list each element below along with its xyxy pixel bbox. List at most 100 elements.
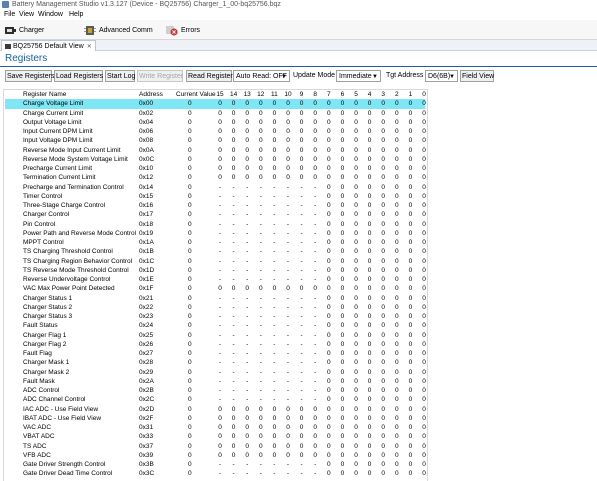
update-mode-value: Immediate: [339, 73, 372, 80]
table-row[interactable]: Output Voltage Limit 0x04 0 0 0 0 0 0 0 0 0 0 0 0 0 0 0 0…: [5, 118, 426, 127]
register-name-cell: Charger Control: [23, 211, 70, 219]
bit-cell: 0: [422, 322, 426, 330]
bit-cell: 0: [381, 442, 385, 450]
table-row[interactable]: ADC Control 0x2B 0 - - - - - - - - 0 0 0 0 0 0 0 0: [5, 386, 426, 395]
table-row[interactable]: Fault Mask 0x2A 0 - - - - - - - - 0 0 0 0 0 0 0 0: [5, 377, 426, 386]
bit-cell: 0: [326, 165, 331, 172]
bit-cell: 0: [313, 424, 317, 431]
bit-cell: 0: [286, 165, 290, 172]
table-row[interactable]: TS ADC 0x37 0 0 0 0 0 0 0 0 0 0 0 0 0 0 0 0 0: [5, 442, 426, 451]
table-row[interactable]: Power Path and Reverse Mode Control 0x19 0…: [5, 229, 426, 238]
table-row[interactable]: Input Current DPM Limit 0x06 0 0 0 0 0 0 0 0 0 0 0 0 0…: [5, 127, 426, 136]
table-row[interactable]: Precharge and Termination Control 0x14 0 - -…: [5, 183, 426, 192]
table-row[interactable]: Charger Flag 2 0x26 0 - - - - - - - - 0 0 0 0 0 0 0 0: [5, 340, 426, 349]
table-row[interactable]: Timer Control 0x15 0 - - - - - - - - 0 0 0 0 0 0 0 0: [5, 192, 426, 201]
bit-cell: 0: [381, 387, 385, 394]
tgt-address-select[interactable]: D6(6B) ▼: [425, 70, 458, 82]
bit-cell: 0: [218, 424, 222, 431]
table-row[interactable]: VAC ADC 0x31 0 0 0 0 0 0 0 0 0 0 0 0 0 0 0 0 0: [5, 423, 426, 432]
table-row[interactable]: Gate Driver Strength Control 0x3B 0 - - - - - - -…: [5, 460, 426, 469]
table-row[interactable]: Reverse Mode System Voltage Limit 0x0C 0 0 0…: [5, 155, 426, 164]
bit-cell: 0: [340, 146, 345, 154]
menu-window[interactable]: Window: [38, 11, 63, 18]
load-registers-button[interactable]: Load Registers: [54, 70, 103, 82]
table-row[interactable]: Charge Voltage Limit 0x00 0 0 0 0 0 0 0 0 0 0 0 0 0 0 0 0…: [5, 99, 426, 109]
bit-cell: 0: [394, 303, 399, 311]
field-view-button[interactable]: Field View: [460, 70, 494, 82]
table-row[interactable]: Precharge Current Limit 0x10 0 0 0 0 0 0 0 0 0 0 0 0 0…: [5, 164, 426, 173]
bit-cell: 0: [245, 165, 249, 172]
bit-cell: 0: [422, 211, 426, 219]
bit-cell: 0: [231, 424, 236, 431]
table-row[interactable]: TS Charging Region Behavior Control 0x1C 0…: [5, 257, 426, 266]
bit-cell: 0: [258, 424, 263, 431]
bit-cell: 0: [326, 229, 331, 237]
table-row[interactable]: VBAT ADC 0x33 0 0 0 0 0 0 0 0 0 0 0 0 0 0 0 0 0: [5, 432, 426, 441]
bit-cell: 0: [340, 433, 345, 441]
table-row[interactable]: TS Charging Threshold Control 0x1B 0 - - - - - -…: [5, 247, 426, 256]
read-register-button[interactable]: Read Register: [186, 70, 233, 82]
table-row[interactable]: Three-Stage Charge Control 0x16 0 - - - - - - - - 0…: [5, 201, 426, 210]
bit-cell: 0: [326, 239, 331, 246]
bit-cell: 0: [367, 414, 372, 422]
bit-cell: -: [218, 377, 222, 385]
auto-read-select[interactable]: Auto Read: OFF ▼: [233, 70, 290, 82]
table-row[interactable]: Charger Mask 1 0x28 0 - - - - - - - - 0 0 0 0 0 0 0 0: [5, 358, 426, 367]
advanced-comm-button[interactable]: Advanced Comm: [84, 23, 153, 37]
tab-close-icon[interactable]: ✕: [87, 43, 92, 50]
table-row[interactable]: Termination Current Limit 0x12 0 0 0 0 0 0 0 0 0 0 0…: [5, 173, 426, 182]
bit-cell: 0: [340, 470, 345, 478]
bit-cell: 0: [272, 137, 277, 145]
tab-default-view[interactable]: BQ25756 Default View ✕: [1, 40, 96, 51]
table-row[interactable]: Reverse Mode Input Current Limit 0x0A 0 0 0 0…: [5, 146, 426, 155]
table-row[interactable]: Charger Status 3 0x23 0 - - - - - - - - 0 0 0 0 0 0 0 0: [5, 312, 426, 321]
table-row[interactable]: Fault Flag 0x27 0 - - - - - - - - 0 0 0 0 0 0 0 0: [5, 349, 426, 358]
bit-cell: -: [259, 257, 262, 265]
table-row[interactable]: VAC Max Power Point Detected 0x1F 0 0 0 0 0 0 0 0…: [5, 284, 426, 293]
bit-cell: 0: [258, 128, 263, 135]
table-row[interactable]: TS Reverse Mode Threshold Control 0x1D 0 - -…: [5, 266, 426, 275]
table-row[interactable]: VFB ADC 0x39 0 0 0 0 0 0 0 0 0 0 0 0 0 0 0 0 0: [5, 451, 426, 460]
table-row[interactable]: MPPT Control 0x1A 0 - - - - - - - - 0 0 0 0 0 0 0 0: [5, 238, 426, 247]
table-row[interactable]: Charge Current Limit 0x02 0 0 0 0 0 0 0 0 0 0 0 0 0 0 0 0…: [5, 109, 426, 118]
bit-cell: 0: [354, 331, 358, 339]
write-register-button[interactable]: Write Register: [137, 70, 183, 82]
menu-bar: File View Window Help: [0, 10, 597, 20]
current-value-cell: 0: [188, 424, 192, 431]
bit-cell: 0: [258, 285, 263, 293]
bit-cell: 0: [422, 128, 426, 135]
table-row[interactable]: IAC ADC - Use Field View 0x2D 0 0 0 0 0 0 0 0 0 0 0 0…: [5, 405, 426, 414]
save-registers-button[interactable]: Save Registers: [5, 70, 54, 82]
bit-cell: 0: [422, 109, 426, 117]
menu-help[interactable]: Help: [69, 11, 83, 18]
table-row[interactable]: Reverse Undervoltage Control 0x1E 0 - - - - - - -…: [5, 275, 426, 284]
bit-cell: -: [314, 303, 317, 311]
table-row[interactable]: Charger Status 2 0x22 0 - - - - - - - - 0 0 0 0 0 0 0 0: [5, 303, 426, 312]
menu-file[interactable]: File: [4, 11, 15, 18]
bit-cell: -: [314, 331, 317, 339]
menu-view[interactable]: View: [19, 11, 34, 18]
bit-cell: -: [232, 396, 235, 404]
table-row[interactable]: IBAT ADC - Use Field View 0x2F 0 0 0 0 0 0 0 0 0 0 0…: [5, 414, 426, 423]
bit-cell: 0: [422, 174, 426, 182]
bit-cell: -: [314, 229, 317, 237]
table-row[interactable]: Pin Control 0x18 0 - - - - - - - - 0 0 0 0 0 0 0 0: [5, 220, 426, 229]
errors-button[interactable]: Errors: [166, 23, 200, 37]
table-row[interactable]: Input Voltage DPM Limit 0x08 0 0 0 0 0 0 0 0 0 0 0 0 0…: [5, 136, 426, 145]
bit-cell: -: [218, 257, 222, 265]
update-mode-select[interactable]: Immediate ▼: [336, 70, 381, 82]
bit-cell: 0: [340, 137, 345, 145]
bit-cell: 0: [381, 405, 385, 413]
table-row[interactable]: Charger Mask 2 0x29 0 - - - - - - - - 0 0 0 0 0 0 0 0: [5, 368, 426, 377]
bit-cell: 0: [354, 118, 358, 126]
start-log-button[interactable]: Start Log: [105, 70, 135, 82]
bit-cell: 0: [286, 414, 290, 422]
table-row[interactable]: ADC Channel Control 0x2C 0 - - - - - - - - 0 0 0 0 0 0 0 0: [5, 395, 426, 404]
table-row[interactable]: Gate Driver Dead Time Control 0x3C 0 - - - - - -…: [5, 469, 426, 478]
table-row[interactable]: Charger Status 1 0x21 0 - - - - - - - - 0 0 0 0 0 0 0 0: [5, 294, 426, 303]
table-row[interactable]: Charger Control 0x17 0 - - - - - - - - 0 0 0 0 0 0 0 0: [5, 210, 426, 219]
charger-button[interactable]: Charger: [4, 23, 44, 37]
table-row[interactable]: Fault Status 0x24 0 - - - - - - - - 0 0 0 0 0 0 0 0: [5, 321, 426, 330]
current-value-cell: 0: [188, 183, 192, 191]
table-row[interactable]: Charger Flag 1 0x25 0 - - - - - - - - 0 0 0 0 0 0 0 0: [5, 331, 426, 340]
